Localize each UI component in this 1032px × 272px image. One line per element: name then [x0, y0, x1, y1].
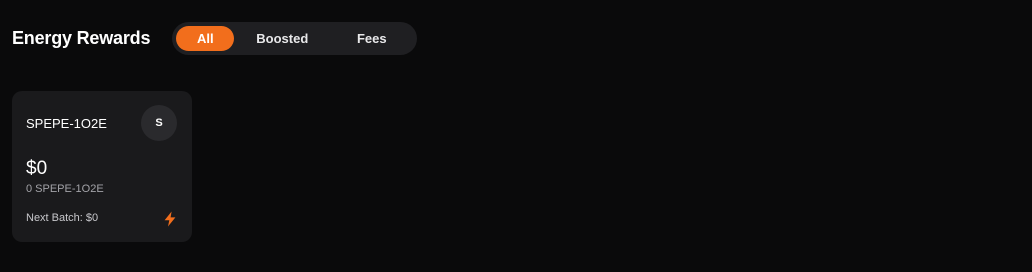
energy-rewards-page: Energy Rewards All Boosted Fees SPEPE-1O… — [0, 0, 1032, 272]
header: Energy Rewards All Boosted Fees — [12, 22, 418, 55]
token-avatar: S — [141, 105, 177, 141]
tab-fees[interactable]: Fees — [330, 26, 413, 51]
tab-boosted[interactable]: Boosted — [234, 26, 330, 51]
reward-card[interactable]: SPEPE-1O2E S $0 0 SPEPE-1O2E Next Batch:… — [12, 91, 192, 242]
reward-token-amount: 0 SPEPE-1O2E — [26, 183, 104, 195]
lightning-bolt-icon — [164, 211, 176, 227]
filter-tabs: All Boosted Fees — [172, 22, 418, 55]
card-token-name: SPEPE-1O2E — [26, 116, 107, 131]
tab-all[interactable]: All — [176, 26, 235, 51]
next-batch-label: Next Batch: $0 — [26, 212, 99, 224]
page-title: Energy Rewards — [12, 28, 151, 48]
reward-amount: $0 — [26, 158, 48, 179]
